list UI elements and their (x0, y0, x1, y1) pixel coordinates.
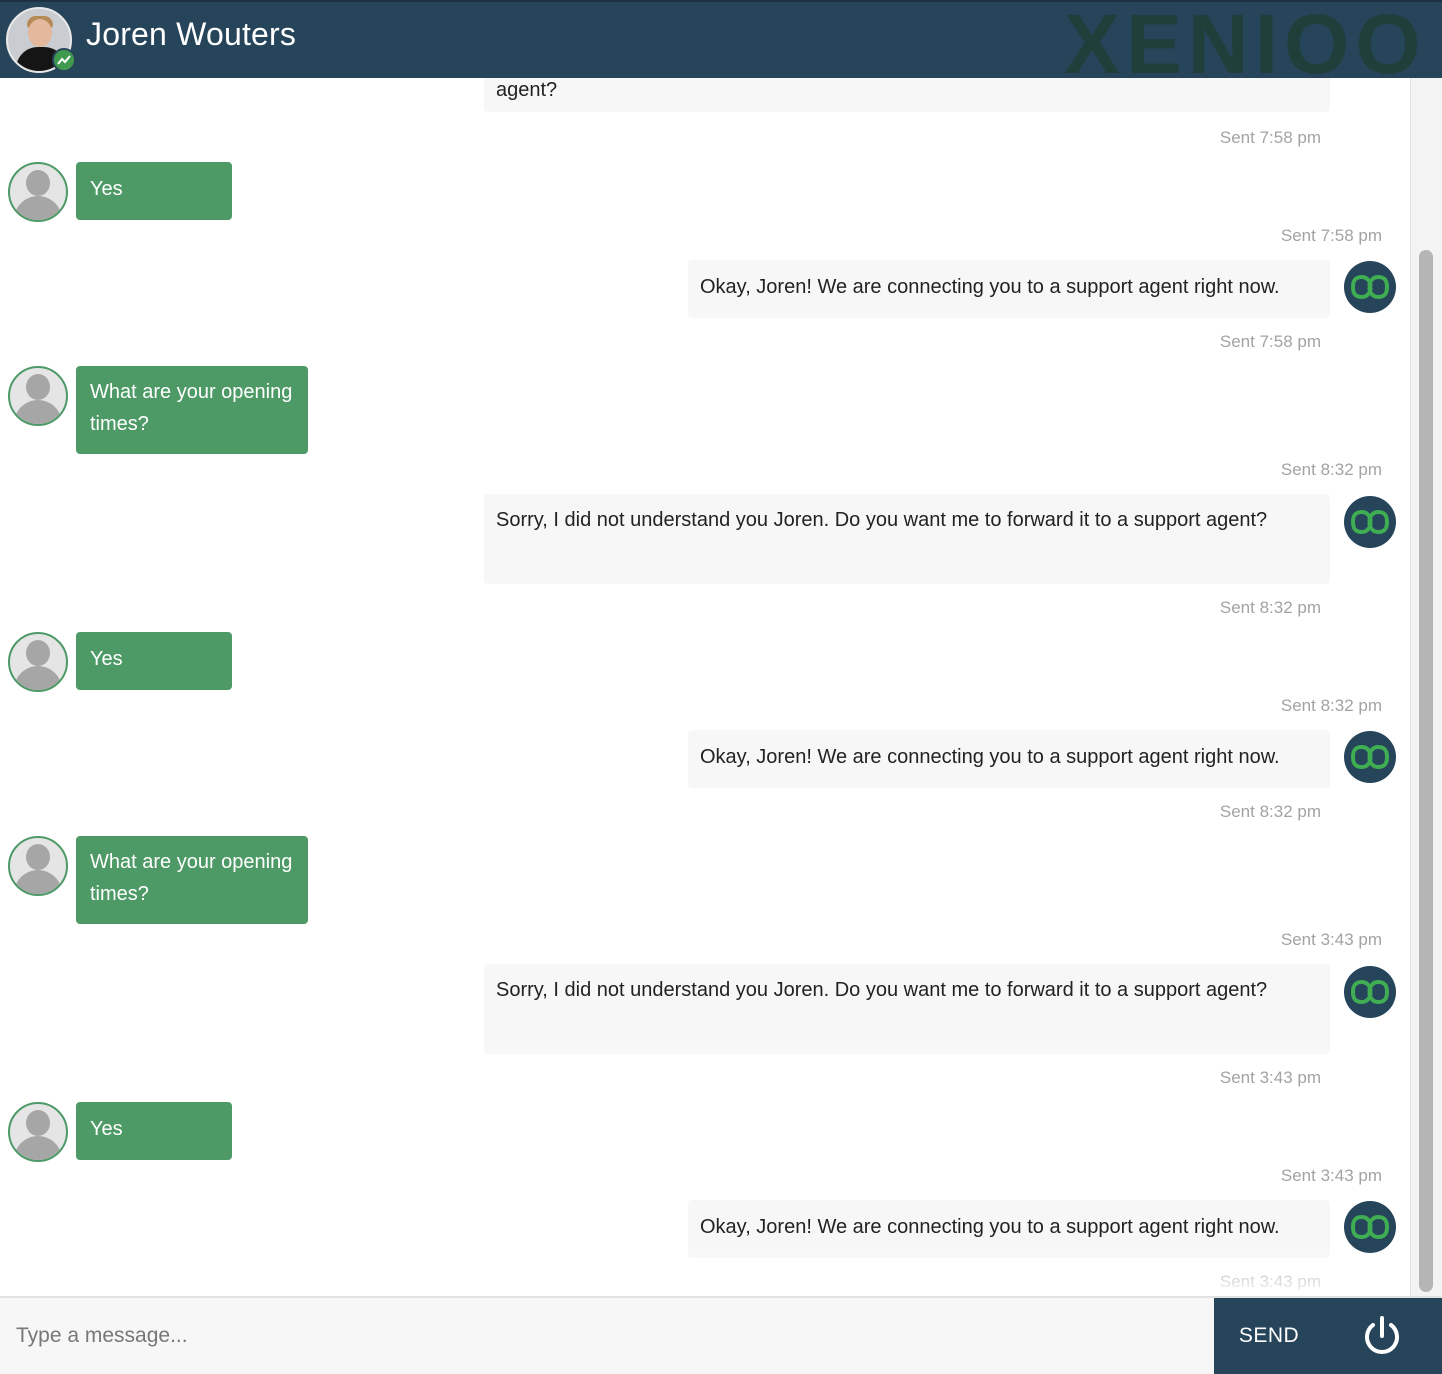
brand-logo: XENIOO (1064, 2, 1442, 78)
user-avatar (8, 366, 68, 426)
bot-message: Okay, Joren! We are connecting you to a … (688, 1200, 1330, 1258)
message-time: Sent 3:43 pm (1219, 1272, 1321, 1291)
bot-avatar (1344, 731, 1396, 783)
message-text: Sorry, I did not understand you Joren. D… (496, 509, 1268, 531)
message-time: Sent 7:58 pm (1219, 332, 1321, 351)
user-message: Yes (76, 162, 232, 220)
user-avatar (8, 1102, 68, 1162)
trend-icon (57, 55, 71, 65)
message-text: Okay, Joren! We are connecting you to a … (700, 1216, 1280, 1238)
message-text: Sorry, I did not understand you Joren. D… (496, 979, 1268, 1001)
message-text: Okay, Joren! We are connecting you to a … (700, 746, 1280, 768)
message-time: Sent 3:43 pm (1280, 930, 1382, 949)
infinity-logo-icon (1350, 744, 1390, 770)
infinity-logo-icon (1350, 979, 1390, 1005)
chat-header: Joren Wouters XENIOO (0, 0, 1442, 78)
message-time: Sent 8:32 pm (1219, 598, 1321, 617)
infinity-logo-icon (1350, 509, 1390, 535)
user-avatar (8, 162, 68, 222)
bot-message: Okay, Joren! We are connecting you to a … (688, 730, 1330, 788)
bot-avatar (1344, 966, 1396, 1018)
end-chat-button[interactable] (1358, 1312, 1406, 1360)
message-text: Okay, Joren! We are connecting you to a … (700, 276, 1280, 298)
send-button[interactable]: SEND (1214, 1298, 1324, 1374)
contact-name: Joren Wouters (86, 16, 297, 52)
message-list[interactable]: agent? Sent 7:58 pm Yes Sent 7:58 pm Oka… (0, 78, 1410, 1296)
message-text: Yes (90, 1118, 123, 1140)
user-avatar (8, 632, 68, 692)
infinity-logo-icon (1350, 1214, 1390, 1240)
status-badge (52, 48, 76, 72)
message-text: What are your opening times? (90, 851, 293, 905)
message-text: Yes (90, 648, 123, 670)
bot-avatar (1344, 496, 1396, 548)
infinity-logo-icon (1350, 274, 1390, 300)
message-time: Sent 7:58 pm (1219, 128, 1321, 147)
message-input[interactable] (0, 1298, 1214, 1374)
scrollbar-track[interactable] (1410, 78, 1442, 1296)
scrollbar-thumb[interactable] (1419, 250, 1433, 1292)
bot-message: agent? (484, 78, 1330, 112)
message-text: What are your opening times? (90, 381, 293, 435)
user-message: Yes (76, 632, 232, 690)
user-message: What are your opening times? (76, 836, 308, 924)
bot-message: Sorry, I did not understand you Joren. D… (484, 494, 1330, 584)
composer-actions: SEND (1214, 1298, 1442, 1374)
message-time: Sent 3:43 pm (1219, 1068, 1321, 1087)
message-text: Yes (90, 178, 123, 200)
chat-window: Joren Wouters XENIOO agent? Sent 7:58 pm… (0, 0, 1442, 1374)
message-time: Sent 7:58 pm (1280, 226, 1382, 245)
user-avatar (8, 836, 68, 896)
message-time: Sent 8:32 pm (1280, 696, 1382, 715)
message-text: agent? (496, 79, 558, 101)
message-time: Sent 8:32 pm (1280, 460, 1382, 479)
message-time: Sent 8:32 pm (1219, 802, 1321, 821)
power-icon (1365, 1316, 1399, 1354)
user-message: What are your opening times? (76, 366, 308, 454)
bot-avatar (1344, 261, 1396, 313)
message-composer: SEND (0, 1296, 1442, 1374)
bot-avatar (1344, 1201, 1396, 1253)
brand-logo-text: XENIOO (1064, 2, 1427, 78)
user-message: Yes (76, 1102, 232, 1160)
bot-message: Okay, Joren! We are connecting you to a … (688, 260, 1330, 318)
bot-message: Sorry, I did not understand you Joren. D… (484, 964, 1330, 1054)
message-time: Sent 3:43 pm (1280, 1166, 1382, 1185)
